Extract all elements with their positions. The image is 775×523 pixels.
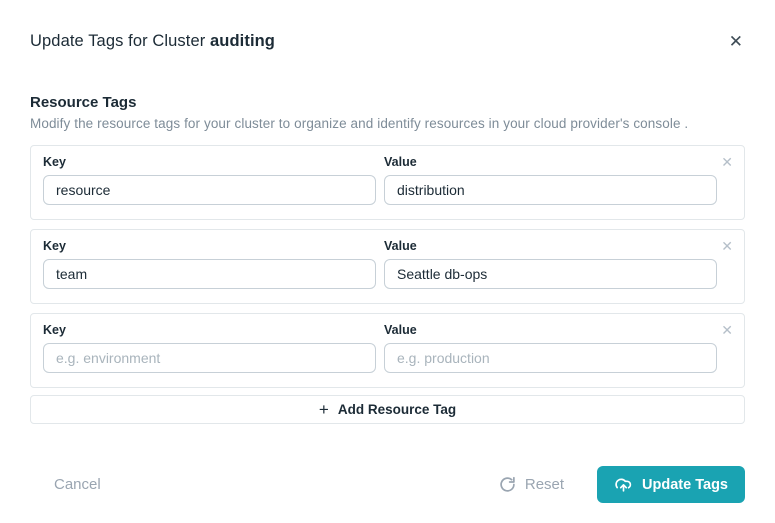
key-field-group-3: Key (43, 323, 376, 373)
key-input-1[interactable] (43, 175, 376, 205)
modal-title: Update Tags for Cluster auditing (30, 32, 275, 51)
section-description: Modify the resource tags for your cluste… (30, 116, 689, 131)
update-tags-button[interactable]: Update Tags (597, 466, 745, 503)
tag-rows: Key Value ✕ Key Value (30, 145, 745, 424)
key-field-group-2: Key (43, 239, 376, 289)
value-field-group-3: Value (384, 323, 717, 373)
remove-row-icon-1[interactable]: ✕ (719, 153, 735, 171)
key-label: Key (43, 323, 66, 337)
remove-row-icon-2[interactable]: ✕ (719, 237, 735, 255)
section-heading: Resource Tags (30, 94, 137, 111)
reset-label: Reset (524, 476, 565, 493)
value-label: Value (384, 323, 417, 337)
tag-row-1: Key Value ✕ (30, 145, 745, 220)
value-input-2[interactable] (384, 259, 717, 289)
modal-header: Update Tags for Cluster auditing ✕ (30, 32, 745, 52)
key-input-2[interactable] (43, 259, 376, 289)
refresh-icon (500, 476, 515, 492)
value-field-group-1: Value (384, 155, 717, 205)
value-field-group-2: Value (384, 239, 717, 289)
value-input-1[interactable] (384, 175, 717, 205)
remove-row-icon-3[interactable]: ✕ (719, 321, 735, 339)
key-field-group-1: Key (43, 155, 376, 205)
update-tags-modal: Update Tags for Cluster auditing ✕ Resou… (0, 0, 775, 503)
update-tags-label: Update Tags (642, 476, 728, 493)
add-resource-tag-button[interactable]: + Add Resource Tag (30, 395, 745, 424)
modal-title-prefix: Update Tags for Cluster (30, 32, 206, 50)
cloud-upload-icon (615, 478, 632, 492)
tag-row-3: Key Value ✕ (30, 313, 745, 388)
resource-tags-section: Resource Tags Modify the resource tags f… (30, 94, 745, 131)
value-label: Value (384, 155, 417, 169)
plus-icon: + (318, 400, 329, 419)
key-input-3[interactable] (43, 343, 376, 373)
value-label: Value (384, 239, 417, 253)
reset-button[interactable]: Reset (499, 476, 564, 493)
cancel-button[interactable]: Cancel (30, 476, 125, 493)
modal-footer: Cancel Reset Update Tags (30, 466, 745, 503)
cluster-name: auditing (210, 32, 275, 50)
close-icon[interactable]: ✕ (727, 31, 745, 52)
value-input-3[interactable] (384, 343, 717, 373)
key-label: Key (43, 239, 66, 253)
key-label: Key (43, 155, 66, 169)
tag-row-2: Key Value ✕ (30, 229, 745, 304)
add-resource-tag-label: Add Resource Tag (337, 402, 457, 417)
